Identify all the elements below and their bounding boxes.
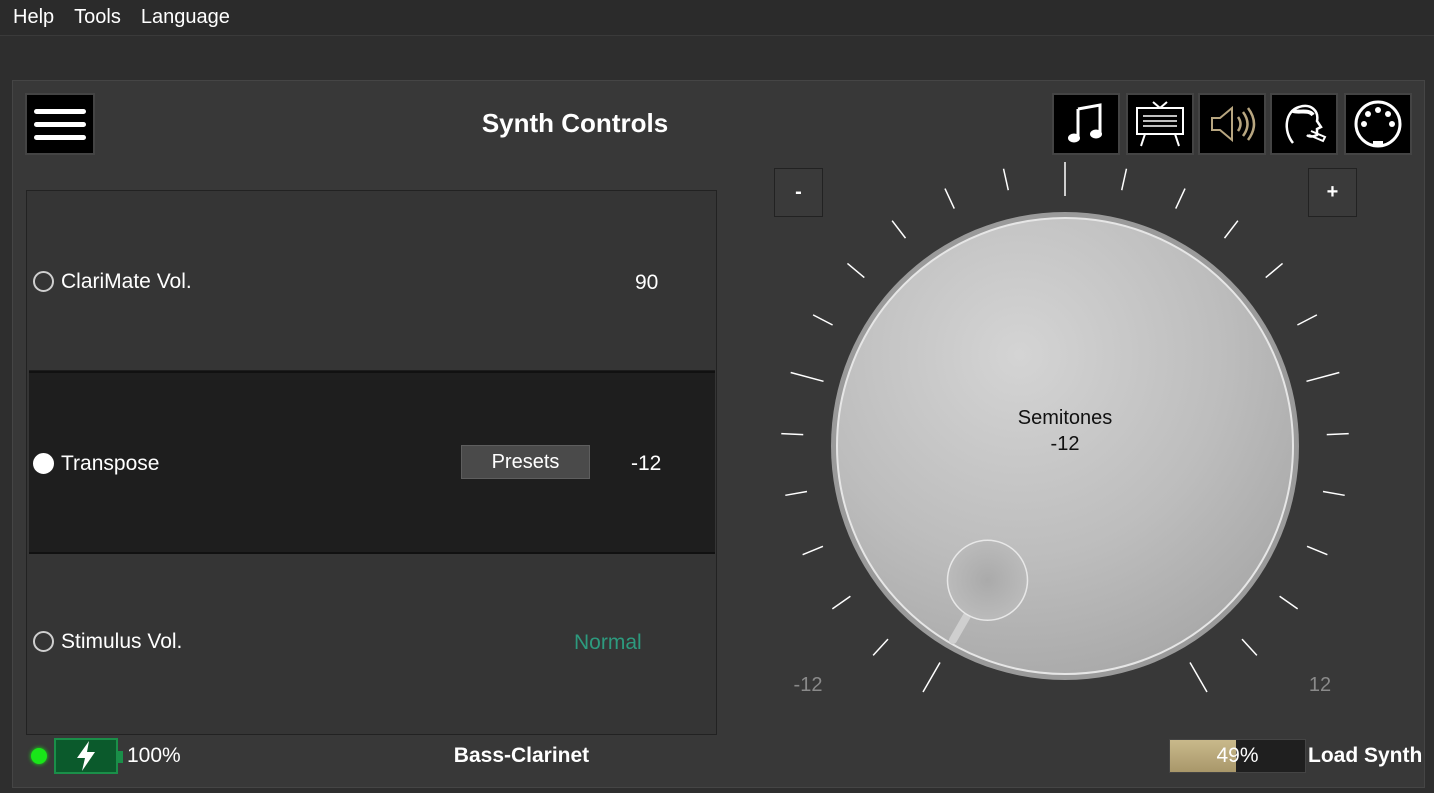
speaker-button[interactable] <box>1198 93 1266 155</box>
lightning-icon <box>77 741 95 771</box>
hamburger-icon-line <box>34 134 86 140</box>
instrument-name: Bass-Clarinet <box>453 744 590 767</box>
knob-tick <box>812 314 833 326</box>
knob-value: -12 <box>1051 433 1080 455</box>
music-note-icon <box>1068 103 1102 143</box>
connection-led <box>31 748 47 764</box>
knob-tick <box>1306 371 1340 383</box>
knob-tick <box>922 662 941 693</box>
control-value: -12 <box>631 452 662 475</box>
radio-stimulus-vol[interactable] <box>33 631 54 652</box>
knob-tick <box>891 220 907 239</box>
battery-indicator <box>54 738 123 774</box>
midi-port-button[interactable] <box>1344 93 1412 155</box>
menu-bar: Help Tools Language <box>0 0 1434 36</box>
speaker-icon <box>1211 105 1256 143</box>
knob-indicator <box>946 539 1029 621</box>
knob-tick <box>1223 220 1239 239</box>
score-stand-icon <box>1136 101 1184 147</box>
control-row-transpose[interactable]: Transpose Presets -12 <box>29 371 715 554</box>
presets-button[interactable]: Presets <box>461 445 590 479</box>
knob-label: Semitones <box>1018 407 1113 429</box>
knob-tick <box>1189 662 1208 693</box>
knob-tick <box>1326 432 1349 436</box>
transpose-knob[interactable]: Semitones -12 -12 12 <box>760 160 1400 720</box>
menu-help[interactable]: Help <box>13 6 54 29</box>
knob-tick <box>1306 545 1328 556</box>
knob-tick <box>785 490 808 497</box>
knob-tick <box>831 595 851 610</box>
load-progress-bar: 49% <box>1169 739 1306 773</box>
knob-tick <box>944 188 955 209</box>
menu-tools[interactable]: Tools <box>74 6 121 29</box>
control-label: ClariMate Vol. <box>61 270 192 293</box>
radio-transpose[interactable] <box>33 453 54 474</box>
knob-tick <box>1120 168 1128 191</box>
knob-tick <box>1241 638 1258 656</box>
knob-tick <box>1297 314 1318 326</box>
knob-tick <box>781 432 804 436</box>
load-progress-text: 49% <box>1216 744 1259 767</box>
control-value: 90 <box>635 271 659 294</box>
menu-language[interactable]: Language <box>141 6 230 29</box>
control-label: Transpose <box>61 452 160 475</box>
knob-tick <box>1002 168 1010 191</box>
hamburger-menu-button[interactable] <box>25 93 95 155</box>
knob-max-label: 12 <box>1309 674 1331 696</box>
knob-tick <box>1322 490 1345 497</box>
knob-tick <box>846 262 865 279</box>
control-value: Normal <box>574 631 642 654</box>
knob-tick <box>1265 262 1284 279</box>
control-row-stimulus-vol[interactable]: Stimulus Vol. Normal <box>29 554 715 734</box>
knob-tick <box>872 638 889 656</box>
radio-clarimate-vol[interactable] <box>33 271 54 292</box>
knob-min-label: -12 <box>794 674 823 696</box>
knob-tick <box>1175 188 1186 209</box>
control-row-clarimate-vol[interactable]: ClariMate Vol. 90 <box>29 191 715 371</box>
battery-percent: 100% <box>127 744 181 767</box>
control-label: Stimulus Vol. <box>61 630 183 653</box>
hamburger-icon-line <box>34 121 86 127</box>
music-note-button[interactable] <box>1052 93 1120 155</box>
midi-port-icon <box>1354 100 1402 148</box>
controls-list: ClariMate Vol. 90 Transpose Presets -12 … <box>26 190 717 735</box>
knob-tick <box>790 371 824 383</box>
score-stand-button[interactable] <box>1126 93 1194 155</box>
knob-tick <box>1279 595 1299 610</box>
page-title: Synth Controls <box>481 108 669 138</box>
player-face-icon <box>1285 104 1327 144</box>
knob-tick <box>802 545 824 556</box>
load-synth-button[interactable]: Load Synth <box>1308 744 1422 768</box>
player-face-button[interactable] <box>1270 93 1338 155</box>
hamburger-icon <box>34 108 86 114</box>
